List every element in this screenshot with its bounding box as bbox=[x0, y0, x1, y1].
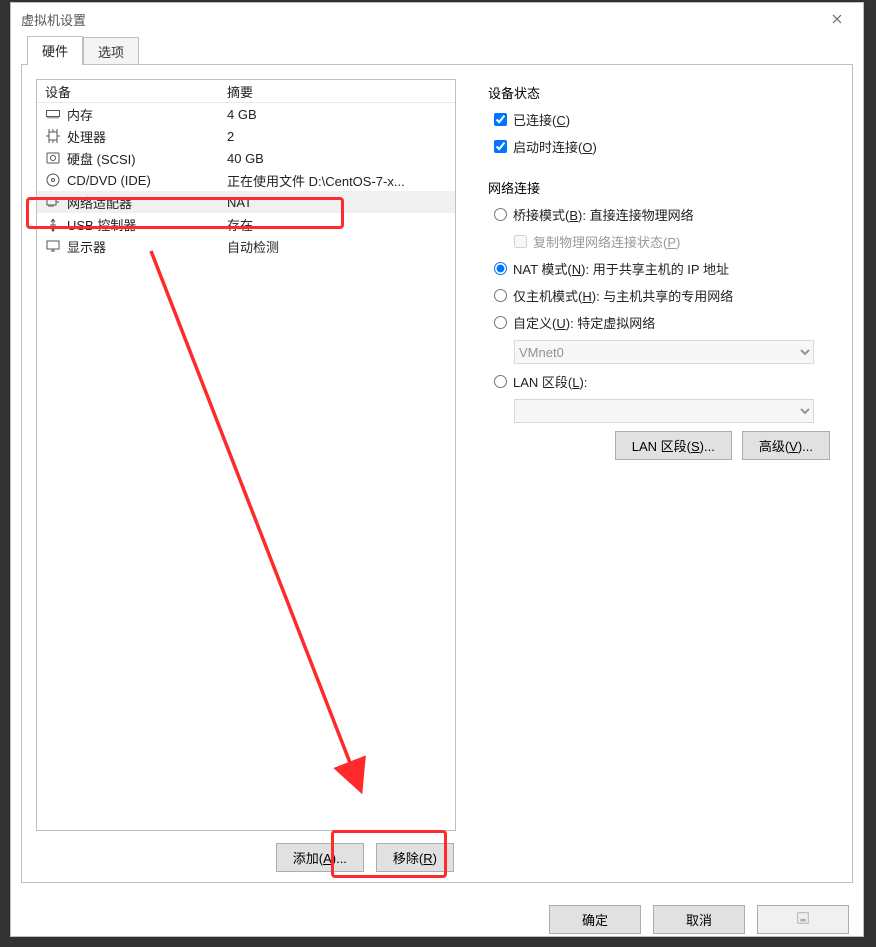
tab-panel-hardware: 设备 摘要 内存 4 GB bbox=[21, 64, 853, 883]
lan-segment-select bbox=[514, 399, 814, 423]
nat-label: NAT 模式(N): 用于共享主机的 IP 地址 bbox=[513, 259, 729, 278]
hostonly-radio[interactable] bbox=[494, 289, 507, 302]
device-label: CD/DVD (IDE) bbox=[67, 173, 151, 188]
cancel-button[interactable]: 取消 bbox=[653, 905, 745, 934]
add-button[interactable]: 添加(A)... bbox=[276, 843, 364, 872]
help-button[interactable] bbox=[757, 905, 849, 934]
device-label: 处理器 bbox=[67, 127, 106, 146]
cd-icon bbox=[45, 172, 61, 188]
device-list[interactable]: 设备 摘要 内存 4 GB bbox=[36, 79, 456, 831]
device-row-memory[interactable]: 内存 4 GB bbox=[37, 103, 455, 125]
device-label: 硬盘 (SCSI) bbox=[67, 149, 136, 168]
remove-button[interactable]: 移除(R) bbox=[376, 843, 454, 872]
window-title: 虚拟机设置 bbox=[21, 10, 86, 29]
connect-at-start-checkbox[interactable] bbox=[494, 140, 507, 153]
usb-icon bbox=[45, 216, 61, 232]
custom-select-row: VMnet0 bbox=[514, 340, 830, 364]
custom-vmnet-select: VMnet0 bbox=[514, 340, 814, 364]
tabstrip: 硬件 选项 bbox=[27, 35, 853, 64]
add-remove-row: 添加(A)... 移除(R) bbox=[36, 843, 456, 872]
dialog-body: 硬件 选项 设备 摘要 内存 bbox=[11, 31, 863, 895]
right-panel: 设备状态 已连接(C) 启动时连接(O) bbox=[466, 65, 852, 882]
nat-row: NAT 模式(N): 用于共享主机的 IP 地址 bbox=[494, 259, 830, 278]
device-label: 显示器 bbox=[67, 237, 106, 256]
device-row-cpu[interactable]: 处理器 2 bbox=[37, 125, 455, 147]
right-buttons-row: LAN 区段(S)... 高级(V)... bbox=[488, 431, 830, 460]
device-summary: 存在 bbox=[223, 215, 455, 234]
custom-row: 自定义(U): 特定虚拟网络 bbox=[494, 313, 830, 332]
advanced-button[interactable]: 高级(V)... bbox=[742, 431, 830, 460]
custom-label: 自定义(U): 特定虚拟网络 bbox=[513, 313, 655, 332]
vm-settings-dialog: 虚拟机设置 硬件 选项 设备 摘要 bbox=[10, 2, 864, 937]
lan-segment-label: LAN 区段(L): bbox=[513, 372, 587, 391]
dialog-footer: 确定 取消 bbox=[11, 895, 863, 946]
hostonly-row: 仅主机模式(H): 与主机共享的专用网络 bbox=[494, 286, 830, 305]
network-connection-title: 网络连接 bbox=[488, 178, 830, 197]
header-summary: 摘要 bbox=[223, 82, 455, 101]
replicate-label: 复制物理网络连接状态(P) bbox=[533, 232, 680, 251]
lan-segments-button[interactable]: LAN 区段(S)... bbox=[615, 431, 732, 460]
cpu-icon bbox=[45, 128, 61, 144]
device-summary: 40 GB bbox=[223, 151, 455, 166]
bridged-radio[interactable] bbox=[494, 208, 507, 221]
tab-hardware[interactable]: 硬件 bbox=[27, 36, 83, 65]
device-row-usb[interactable]: USB 控制器 存在 bbox=[37, 213, 455, 235]
device-summary: 4 GB bbox=[223, 107, 455, 122]
device-row-disk[interactable]: 硬盘 (SCSI) 40 GB bbox=[37, 147, 455, 169]
bridged-label: 桥接模式(B): 直接连接物理网络 bbox=[513, 205, 694, 224]
device-label: 网络适配器 bbox=[67, 193, 132, 212]
connect-at-start-label: 启动时连接(O) bbox=[513, 137, 597, 156]
network-connection-group: 网络连接 桥接模式(B): 直接连接物理网络 复制物理网络连接状态(P) bbox=[488, 178, 830, 460]
bridged-row: 桥接模式(B): 直接连接物理网络 bbox=[494, 205, 830, 224]
memory-icon bbox=[45, 106, 61, 122]
titlebar: 虚拟机设置 bbox=[11, 3, 863, 31]
header-device: 设备 bbox=[37, 82, 223, 101]
device-label: 内存 bbox=[67, 105, 93, 124]
lan-row: LAN 区段(L): bbox=[494, 372, 830, 391]
replicate-checkbox bbox=[514, 235, 527, 248]
device-label: USB 控制器 bbox=[67, 215, 136, 234]
connected-checkbox-row: 已连接(C) bbox=[494, 110, 830, 129]
left-panel: 设备 摘要 内存 4 GB bbox=[22, 65, 466, 882]
hostonly-label: 仅主机模式(H): 与主机共享的专用网络 bbox=[513, 286, 733, 305]
disk-icon bbox=[45, 150, 61, 166]
ok-button[interactable]: 确定 bbox=[549, 905, 641, 934]
connected-label: 已连接(C) bbox=[513, 110, 570, 129]
device-row-network[interactable]: 网络适配器 NAT bbox=[37, 191, 455, 213]
device-summary: 自动检测 bbox=[223, 237, 455, 256]
tab-options[interactable]: 选项 bbox=[83, 37, 139, 66]
device-list-header: 设备 摘要 bbox=[37, 80, 455, 103]
device-summary: 2 bbox=[223, 129, 455, 144]
nat-radio[interactable] bbox=[494, 262, 507, 275]
display-icon bbox=[45, 238, 61, 254]
lan-select-row bbox=[514, 399, 830, 423]
device-state-group: 设备状态 已连接(C) 启动时连接(O) bbox=[488, 83, 830, 156]
device-summary: 正在使用文件 D:\CentOS-7-x... bbox=[223, 171, 455, 190]
close-button[interactable] bbox=[819, 7, 855, 31]
lan-segment-radio[interactable] bbox=[494, 375, 507, 388]
help-icon bbox=[796, 911, 810, 925]
device-row-cd[interactable]: CD/DVD (IDE) 正在使用文件 D:\CentOS-7-x... bbox=[37, 169, 455, 191]
device-state-title: 设备状态 bbox=[488, 83, 830, 102]
device-summary: NAT bbox=[223, 195, 455, 210]
connected-checkbox[interactable] bbox=[494, 113, 507, 126]
replicate-row: 复制物理网络连接状态(P) bbox=[514, 232, 830, 251]
custom-radio[interactable] bbox=[494, 316, 507, 329]
connect-at-start-row: 启动时连接(O) bbox=[494, 137, 830, 156]
device-row-display[interactable]: 显示器 自动检测 bbox=[37, 235, 455, 257]
network-adapter-icon bbox=[45, 194, 61, 210]
